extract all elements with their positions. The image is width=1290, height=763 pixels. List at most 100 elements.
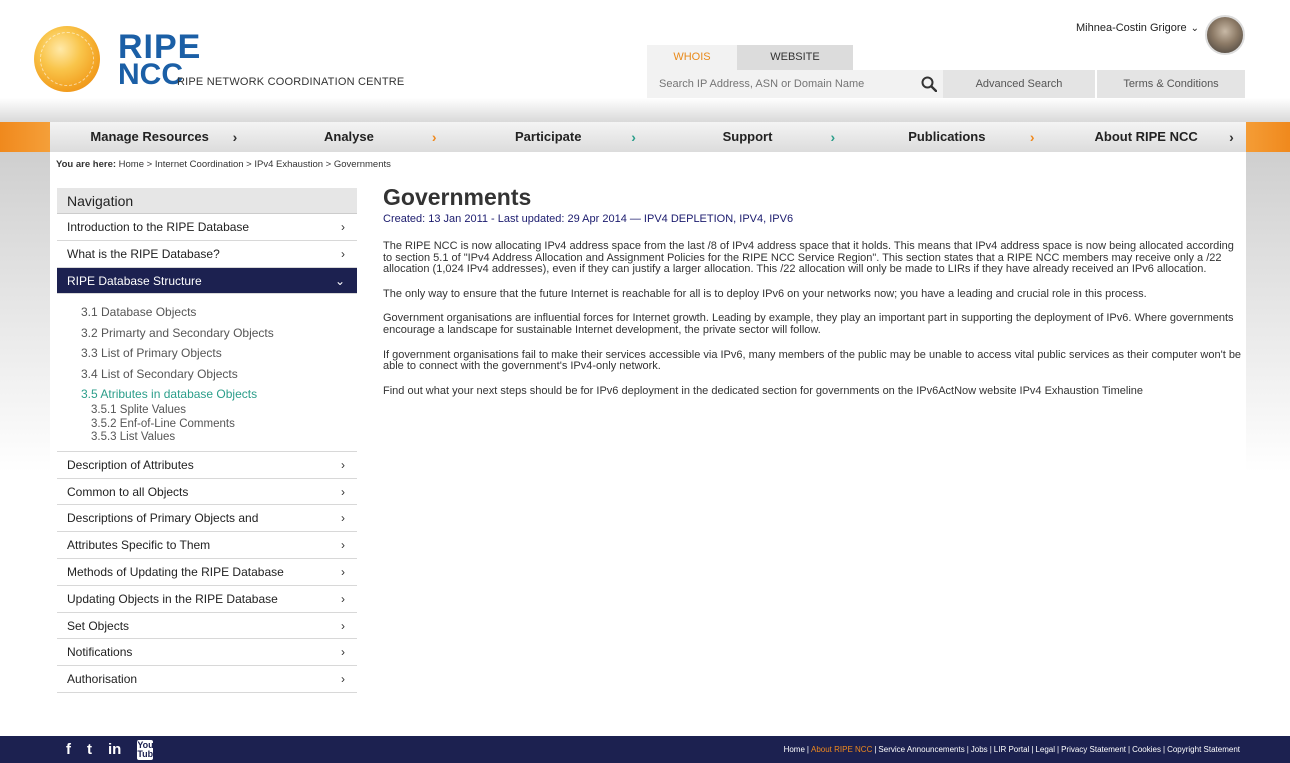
nav-item-publications[interactable]: Publications › — [847, 122, 1046, 152]
sidebar-subsubitem[interactable]: 3.5.2 Enf-of-Line Comments — [91, 418, 357, 432]
nav-item-about-ripe-ncc[interactable]: About RIPE NCC › — [1046, 122, 1245, 152]
youtube-icon[interactable]: You Tube — [137, 739, 158, 760]
sidebar-subsubitem[interactable]: 3.5.1 Splite Values — [91, 404, 357, 418]
site-header: RIPE NCC RIPE NETWORK COORDINATION CENTR… — [0, 0, 1290, 122]
chevron-right-icon: › — [830, 129, 836, 145]
chevron-right-icon: › — [341, 484, 345, 499]
sidebar-item-label: RIPE Database Structure — [67, 273, 202, 288]
tab-website[interactable]: WEBSITE — [737, 45, 853, 70]
header-gradient — [0, 98, 1290, 122]
sidebar-item-label: Description of Attributes — [67, 457, 194, 472]
chevron-right-icon: › — [341, 246, 345, 261]
user-name-label: Mihnea-Costin Grigore — [1076, 22, 1187, 34]
nav-item-participate[interactable]: Participate › — [449, 122, 648, 152]
chevron-right-icon: › — [341, 511, 345, 526]
sidebar-item[interactable]: Introduction to the RIPE Database › — [57, 214, 357, 241]
nav-label: Participate — [515, 129, 582, 144]
right-gutter — [1246, 152, 1290, 472]
nav-label: Publications — [908, 129, 986, 144]
search-bar: Advanced Search Terms & Conditions — [647, 70, 1245, 98]
footer-link-copyright[interactable]: Copyright Statement — [1167, 745, 1240, 754]
breadcrumb: You are here: Home > Internet Coordinati… — [56, 159, 391, 170]
sidebar-item-label: What is the RIPE Database? — [67, 246, 220, 261]
chevron-right-icon: › — [341, 220, 345, 234]
sidebar-subsubsection: 3.5.1 Splite Values 3.5.2 Enf-of-Line Co… — [81, 404, 357, 445]
footer-link-home[interactable]: Home — [784, 745, 805, 754]
sidebar-subitem[interactable]: 3.4 List of Secondary Objects — [81, 364, 357, 384]
avatar[interactable] — [1205, 15, 1245, 55]
footer-link-legal[interactable]: Legal — [1035, 745, 1055, 754]
logo-subtitle: RIPE NETWORK COORDINATION CENTRE — [177, 76, 405, 88]
main-nav: Manage Resources › Analyse › Participate › … — [0, 122, 1290, 152]
tab-whois[interactable]: WHOIS — [647, 45, 737, 70]
chevron-right-icon: › — [341, 591, 345, 606]
sidebar-item[interactable]: Set Objects › — [57, 613, 357, 640]
content-paragraph: The only way to ensure that the future I… — [383, 287, 1147, 300]
search-input[interactable] — [647, 70, 943, 98]
nav-item-analyse[interactable]: Analyse › — [249, 122, 448, 152]
nav-item-manage-resources[interactable]: Manage Resources › — [50, 122, 249, 152]
advanced-search-button[interactable]: Advanced Search — [943, 70, 1095, 98]
sidebar-item[interactable]: Updating Objects in the RIPE Database › — [57, 586, 357, 613]
footer-link-cookies[interactable]: Cookies — [1132, 745, 1161, 754]
footer-link-jobs[interactable]: Jobs — [971, 745, 988, 754]
sidebar-item[interactable]: What is the RIPE Database? › — [57, 241, 357, 268]
footer-links: Home | About RIPE NCC | Service Announcement… — [784, 736, 1240, 763]
page-title: Governments — [383, 184, 532, 210]
breadcrumb-prefix: You are here: — [56, 159, 117, 170]
footer-separator: | — [1031, 745, 1034, 754]
breadcrumb-path[interactable]: Home > Internet Coordination > IPv4 Exha… — [119, 159, 332, 170]
sidebar-item[interactable]: Description of Attributes › — [57, 452, 357, 479]
footer-link-about[interactable]: About RIPE NCC — [811, 745, 872, 754]
footer-separator: | — [1128, 745, 1131, 754]
chevron-right-icon: › — [341, 672, 345, 687]
footer-separator: | — [1162, 745, 1166, 754]
main-content: Governments Created: 13 Jan 2011 - Last … — [383, 184, 1243, 397]
chevron-down-icon: ⌄ — [334, 273, 345, 288]
twitter-icon[interactable]: t — [87, 741, 92, 758]
sidebar-subitem[interactable]: 3.1 Database Objects — [81, 302, 357, 322]
sidebar-navigation: Navigation Introduction to the RIPE Data… — [57, 188, 357, 694]
sidebar-subitem[interactable]: 3.2 Primarty and Secondary Objects — [81, 323, 357, 343]
footer-link-service-announcements[interactable]: Service Announcements — [878, 745, 964, 754]
facebook-icon[interactable]: f — [66, 741, 71, 758]
site-footer: f t in You Tube Home | About RIPE NCC | Serv… — [0, 736, 1290, 763]
sidebar-subitem-current[interactable]: 3.5 Atributes in database Objects — [81, 384, 357, 404]
nav-item-support[interactable]: Support › — [648, 122, 847, 152]
sidebar-item[interactable]: Methods of Updating the RIPE Database › — [57, 559, 357, 586]
footer-link-lir-portal[interactable]: LIR Portal — [994, 745, 1030, 754]
content-paragraph: The RIPE NCC is now allocating IPv4 addr… — [383, 240, 1234, 276]
sidebar-title: Navigation — [57, 188, 357, 214]
logo-ncc-text: NCC — [118, 58, 183, 91]
sidebar-item[interactable]: Attributes Specific to Them › — [57, 532, 357, 560]
sidebar-item-active[interactable]: RIPE Database Structure ⌄ — [57, 267, 357, 295]
search-icon[interactable] — [921, 76, 937, 92]
ripe-ncc-logo[interactable]: RIPE NCC RIPE NETWORK COORDINATION CENTR… — [34, 18, 404, 98]
breadcrumb-current: Governments — [333, 159, 391, 170]
chevron-right-icon: › — [1229, 129, 1234, 145]
content-paragraph: Government organisations are influential… — [383, 312, 1234, 336]
chevron-down-icon: ⌄ — [1190, 23, 1200, 34]
chevron-right-icon: › — [631, 129, 636, 145]
sidebar-subsubitem[interactable]: 3.5.3 List Values — [91, 431, 357, 445]
sidebar-item-label: Authorisation — [67, 672, 138, 687]
nav-label: Manage Resources — [90, 129, 209, 144]
sidebar-subsection: 3.1 Database Objects 3.2 Primarty and Se… — [57, 294, 357, 452]
sidebar-item[interactable]: Notifications › — [57, 639, 357, 667]
sidebar-item[interactable]: Common to all Objects › — [57, 479, 357, 506]
sidebar-item[interactable]: Descriptions of Primary Objects and › — [57, 505, 357, 533]
terms-conditions-link[interactable]: Terms & Conditions — [1095, 70, 1245, 98]
page-meta: Created: 13 Jan 2011 - Last updated: 29 … — [383, 213, 794, 225]
chevron-right-icon: › — [431, 129, 437, 145]
footer-separator: | — [966, 745, 969, 754]
linkedin-icon[interactable]: in — [108, 741, 121, 758]
content-paragraph: Find out what your next steps should be … — [383, 384, 1144, 397]
footer-separator: | — [1057, 745, 1060, 754]
sidebar-item[interactable]: Authorisation › — [57, 666, 357, 694]
user-menu[interactable]: Mihnea-Costin Grigore ⌄ — [1076, 22, 1199, 34]
sidebar-subitem[interactable]: 3.3 List of Primary Objects — [81, 343, 357, 363]
chevron-right-icon: › — [341, 618, 345, 633]
footer-link-privacy[interactable]: Privacy Statement — [1061, 745, 1126, 754]
footer-separator: | — [989, 745, 992, 754]
main-nav-items: Manage Resources › Analyse › Participate › … — [50, 122, 1246, 152]
